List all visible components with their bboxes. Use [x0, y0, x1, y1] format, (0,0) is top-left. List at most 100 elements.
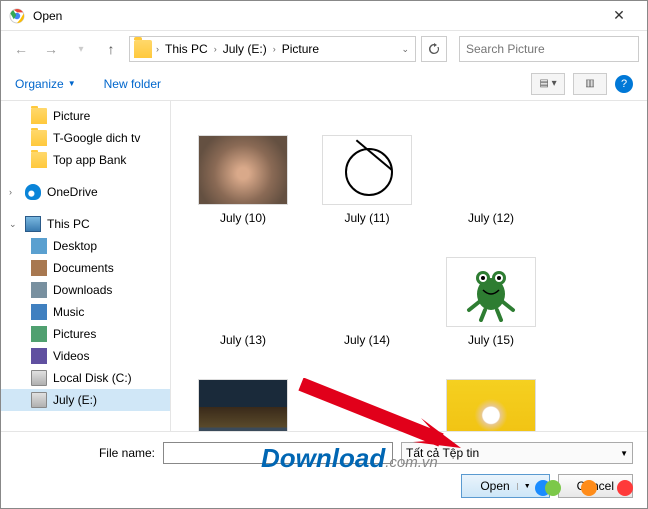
organize-label: Organize [15, 77, 64, 91]
sidebar-label: Top app Bank [53, 153, 126, 167]
chevron-right-icon: › [212, 44, 219, 54]
file-item[interactable]: July (11) [307, 109, 427, 225]
filter-label: Tất cả Tệp tin [406, 446, 479, 460]
file-type-filter[interactable]: Tất cả Tệp tin ▼ [401, 442, 633, 464]
sidebar-label: Music [53, 305, 84, 319]
downloads-icon [31, 282, 47, 298]
filename-label: File name: [15, 446, 155, 460]
chevron-down-icon: ▼ [517, 483, 531, 490]
close-button[interactable]: ✕ [599, 7, 639, 24]
body: Picture T-Google dich tv Top app Bank ›O… [1, 101, 647, 431]
folder-icon [31, 130, 47, 146]
file-item[interactable]: July-(3) [431, 353, 551, 431]
thumbnail [322, 379, 412, 431]
cancel-button[interactable]: Cancel [558, 474, 633, 498]
sidebar: Picture T-Google dich tv Top app Bank ›O… [1, 101, 171, 431]
sidebar-label: Documents [53, 261, 114, 275]
folder-icon [134, 40, 152, 58]
breadcrumb-thispc[interactable]: This PC [161, 42, 212, 56]
file-item[interactable]: July (13) [183, 231, 303, 347]
sidebar-item-onedrive[interactable]: ›OneDrive [1, 181, 170, 203]
folder-icon [31, 152, 47, 168]
forward-button[interactable]: → [39, 37, 63, 61]
sidebar-item-desktop[interactable]: Desktop [1, 235, 170, 257]
chevron-right-icon: › [271, 44, 278, 54]
pictures-icon [31, 326, 47, 342]
toolbar: Organize ▼ New folder ▤ ▾ ▥ ? [1, 67, 647, 101]
thumbnail [198, 135, 288, 205]
file-item[interactable]: July (20-10-2016) [307, 353, 427, 431]
thumbnail [446, 135, 536, 205]
refresh-button[interactable] [421, 36, 447, 62]
folder-icon [31, 108, 47, 124]
file-caption: July (14) [344, 333, 390, 347]
file-item[interactable]: July (14) [307, 231, 427, 347]
chevron-right-icon: › [154, 44, 161, 54]
sidebar-item-videos[interactable]: Videos [1, 345, 170, 367]
sidebar-item-localc[interactable]: Local Disk (C:) [1, 367, 170, 389]
up-button[interactable]: ↑ [99, 37, 123, 61]
new-folder-button[interactable]: New folder [104, 77, 161, 91]
sidebar-item-picture[interactable]: Picture [1, 105, 170, 127]
sidebar-label: Pictures [53, 327, 96, 341]
sidebar-label: OneDrive [47, 185, 98, 199]
chevron-down-icon: ▼ [620, 449, 628, 458]
documents-icon [31, 260, 47, 276]
recent-dropdown[interactable]: ▾ [69, 37, 93, 61]
open-label: Open [480, 479, 509, 493]
file-caption: July (11) [344, 211, 389, 225]
onedrive-icon [25, 184, 41, 200]
view-details-button[interactable]: ▥ [573, 73, 607, 95]
address-bar[interactable]: › This PC › July (E:) › Picture ⌄ [129, 36, 416, 62]
sidebar-item-topapp[interactable]: Top app Bank [1, 149, 170, 171]
sidebar-item-documents[interactable]: Documents [1, 257, 170, 279]
thumbnail [322, 257, 412, 327]
file-caption: July (12) [468, 211, 514, 225]
drive-icon [31, 370, 47, 386]
navbar: ← → ▾ ↑ › This PC › July (E:) › Picture … [1, 31, 647, 67]
sidebar-label: Local Disk (C:) [53, 371, 132, 385]
chevron-down-icon[interactable]: ⌄ [399, 44, 411, 55]
filename-input[interactable] [163, 442, 393, 464]
file-caption: July (15) [468, 333, 514, 347]
sidebar-item-pictures[interactable]: Pictures [1, 323, 170, 345]
chrome-icon [9, 8, 25, 24]
back-button[interactable]: ← [9, 37, 33, 61]
window-title: Open [33, 9, 599, 23]
sidebar-label: Desktop [53, 239, 97, 253]
file-list: July (10) July (11) July (12) July (13) … [171, 101, 647, 431]
file-caption: July (13) [220, 333, 266, 347]
sidebar-item-downloads[interactable]: Downloads [1, 279, 170, 301]
sidebar-item-music[interactable]: Music [1, 301, 170, 323]
videos-icon [31, 348, 47, 364]
open-button[interactable]: Open ▼ [461, 474, 549, 498]
sidebar-item-julye[interactable]: July (E:) [1, 389, 170, 411]
desktop-icon [31, 238, 47, 254]
thumbnail [198, 257, 288, 327]
sidebar-label: July (E:) [53, 393, 97, 407]
file-caption: July (10) [220, 211, 266, 225]
thumbnail [446, 379, 536, 431]
drive-icon [31, 392, 47, 408]
file-item[interactable]: July (10) [183, 109, 303, 225]
sidebar-label: Downloads [53, 283, 112, 297]
file-item[interactable]: July (15) [183, 353, 303, 431]
sidebar-label: Picture [53, 109, 90, 123]
sidebar-item-thispc[interactable]: ⌄This PC [1, 213, 170, 235]
file-item[interactable]: July (12) [431, 109, 551, 225]
search-box[interactable] [459, 36, 639, 62]
titlebar: Open ✕ [1, 1, 647, 31]
sidebar-item-tgoogle[interactable]: T-Google dich tv [1, 127, 170, 149]
breadcrumb-drive[interactable]: July (E:) [219, 42, 271, 56]
pc-icon [25, 216, 41, 232]
chevron-down-icon: ▼ [68, 79, 76, 88]
search-input[interactable] [466, 42, 632, 56]
thumbnail [322, 135, 412, 205]
sidebar-label: Videos [53, 349, 89, 363]
breadcrumb-folder[interactable]: Picture [278, 42, 323, 56]
organize-menu[interactable]: Organize ▼ [15, 77, 76, 91]
file-item[interactable]: July (15) [431, 231, 551, 347]
view-large-button[interactable]: ▤ ▾ [531, 73, 565, 95]
music-icon [31, 304, 47, 320]
help-icon[interactable]: ? [615, 75, 633, 93]
